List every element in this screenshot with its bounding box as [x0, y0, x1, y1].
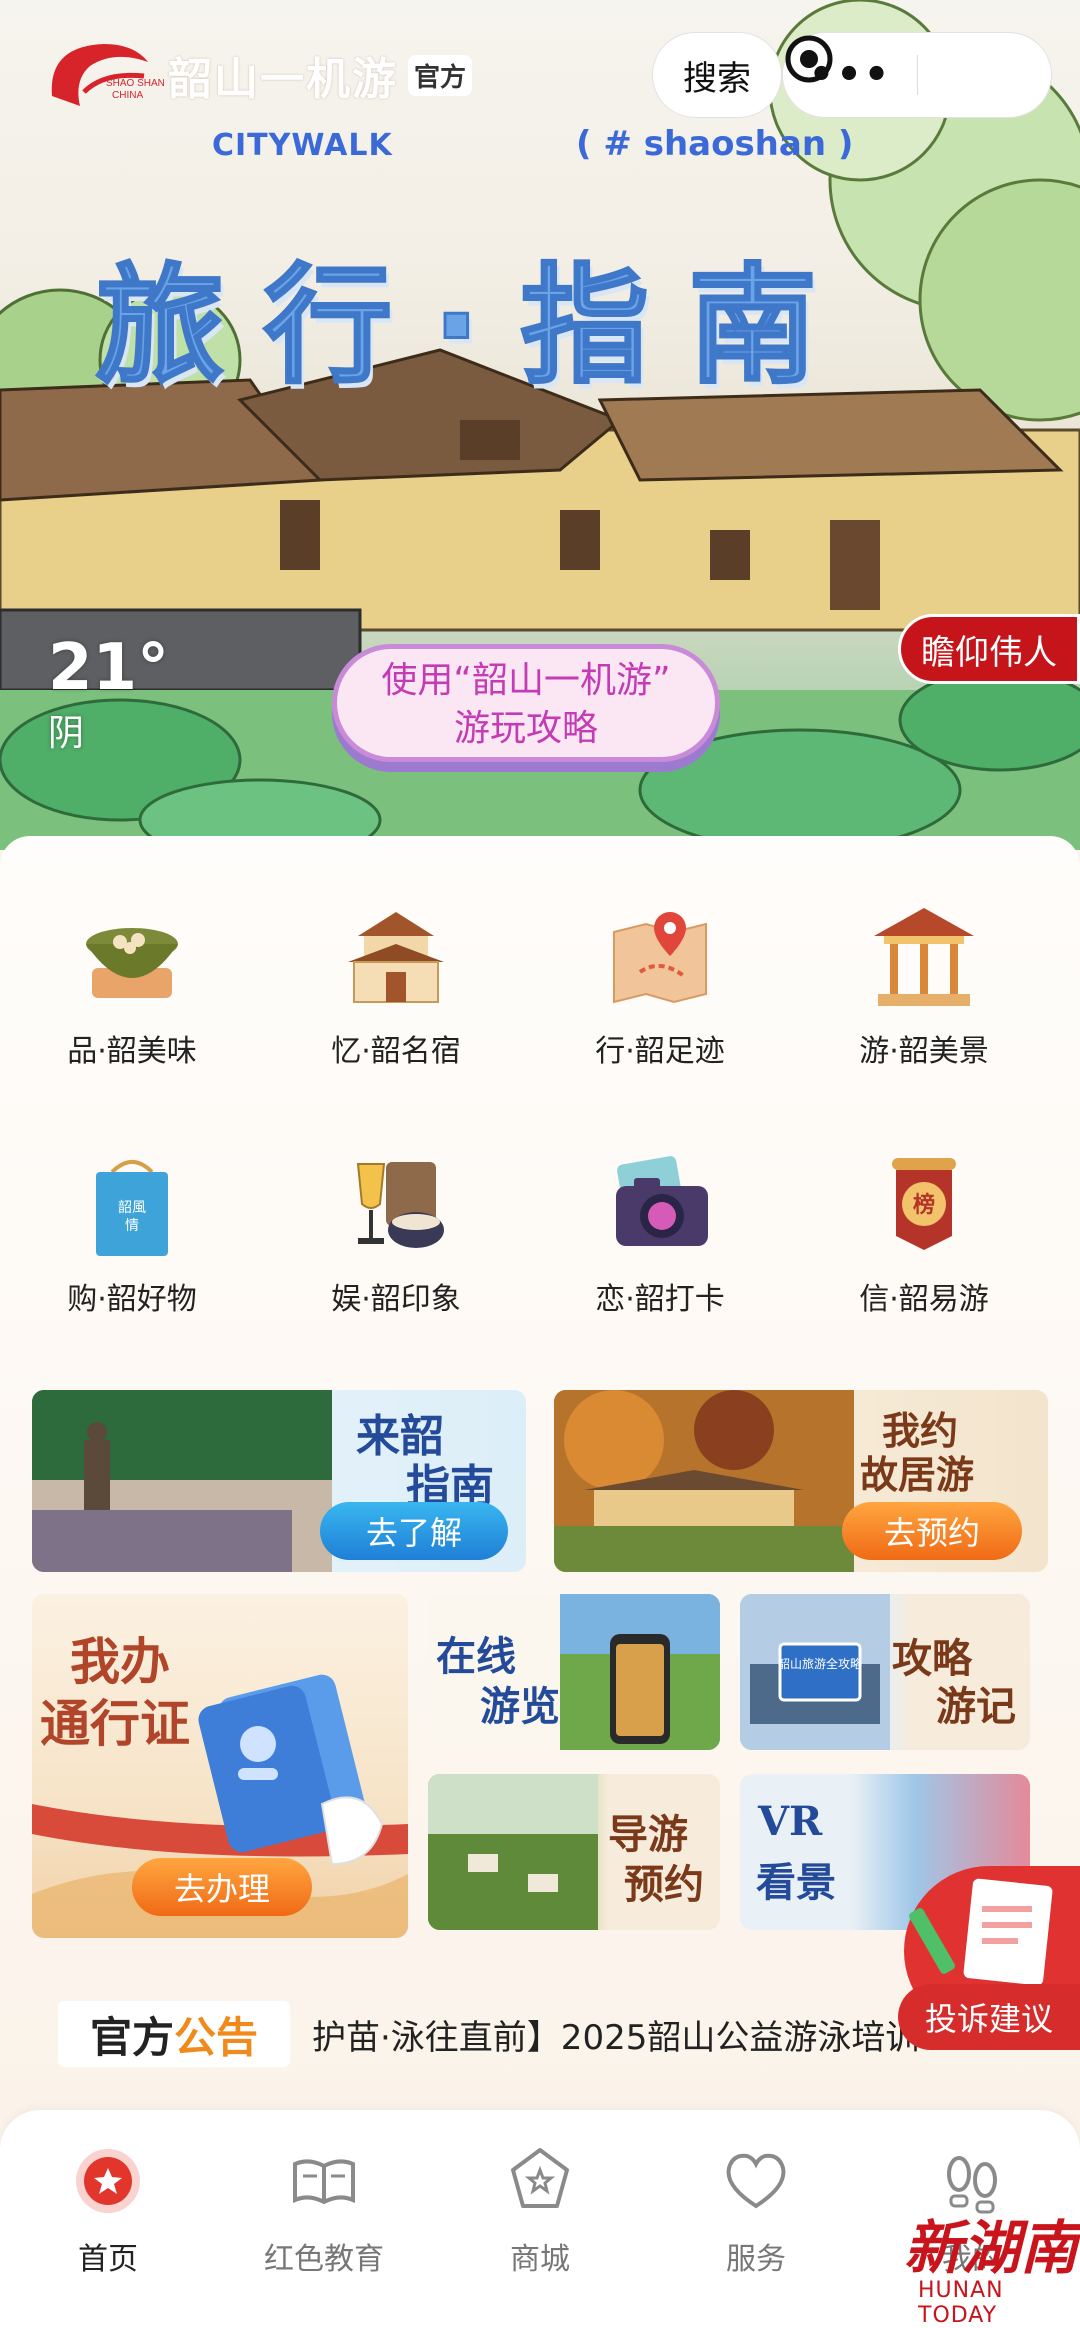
drinks-icon	[336, 1150, 456, 1260]
card-online-tour[interactable]: 在线 游览	[428, 1594, 720, 1750]
bag-text: 韶風	[118, 1200, 146, 1216]
watermark-cn: 新湖南	[904, 2214, 1079, 2282]
card-title-1: VR	[758, 1798, 823, 1845]
weather-condition: 阴	[48, 713, 85, 754]
weather-temperature: 21°	[48, 631, 170, 705]
tab-label: 商城	[510, 2242, 570, 2277]
tab-label: 红色教育	[264, 2242, 384, 2277]
tab-home[interactable]: 首页	[0, 2146, 216, 2278]
app-name: 韶山一机游	[168, 54, 398, 105]
target-icon	[785, 35, 833, 83]
service-checkin[interactable]: 恋·韶打卡	[550, 1150, 770, 1318]
svg-text:SHAO SHAN: SHAO SHAN	[106, 78, 164, 89]
promo-bubble[interactable]: 使用“韶山一机游” 游玩攻略	[332, 644, 720, 762]
home-star-icon	[73, 2146, 143, 2216]
card-guide-booking[interactable]: 导游 预约	[428, 1774, 720, 1930]
service-label: 品·韶美味	[67, 1034, 197, 1069]
tab-red-education[interactable]: 红色教育	[216, 2146, 432, 2278]
pavilion-icon	[864, 902, 984, 1012]
hero-title: 旅行·指南	[95, 251, 857, 403]
strategy-sign-text: 韶山旅游全攻略	[778, 1656, 862, 1671]
promo-line-2: 游玩攻略	[453, 708, 598, 749]
bag-text-2: 情	[125, 1218, 139, 1234]
residence-autumn-image	[554, 1390, 854, 1572]
service-easy-tour[interactable]: 榜 信·韶易游	[814, 1150, 1034, 1318]
service-label: 信·韶易游	[859, 1282, 989, 1317]
footprints-icon	[937, 2146, 1007, 2216]
service-footprints[interactable]: 行·韶足迹	[550, 902, 770, 1070]
notice-badge-part1: 官方	[89, 2012, 174, 2062]
promo-line-1: 使用“韶山一机游”	[381, 660, 671, 701]
bowl-icon	[72, 902, 192, 1012]
watermark-en: HUNAN TODAY	[918, 2278, 1004, 2328]
service-label: 恋·韶打卡	[595, 1282, 725, 1317]
service-label: 游·韶美景	[859, 1034, 989, 1069]
card-title-2: 游览	[480, 1683, 560, 1730]
tab-service[interactable]: 服务	[648, 2146, 864, 2278]
book-icon	[289, 2146, 359, 2216]
app-screen: SHAO SHAN CHINA 韶山一机游 官方 搜索 ••• CITYWALK…	[0, 0, 1080, 2328]
official-notice-badge: 官方 公告	[58, 2001, 290, 2067]
official-badge: 官方	[408, 54, 473, 96]
svg-text:CHINA: CHINA	[112, 90, 143, 101]
service-label: 娱·韶印象	[331, 1282, 461, 1317]
shopping-bag-icon: 韶風 情	[72, 1150, 192, 1260]
hero-banner[interactable]: SHAO SHAN CHINA 韶山一机游 官方 搜索 ••• CITYWALK…	[0, 0, 1080, 850]
heart-icon	[721, 2146, 791, 2216]
hashtag-label: ( # shaoshan )	[576, 124, 854, 164]
apply-button[interactable]: 去办理	[132, 1858, 312, 1916]
statue-plaza-image	[32, 1390, 332, 1572]
card-visit-guide[interactable]: 来韶 指南 去了解	[32, 1390, 526, 1572]
service-label: 购·韶好物	[67, 1282, 197, 1317]
camera-icon	[600, 1150, 720, 1260]
card-title-2: 游记	[936, 1683, 1016, 1730]
hunan-today-watermark: 新湖南 HUNAN TODAY	[900, 2218, 1080, 2328]
tab-mall[interactable]: 商城	[432, 2146, 648, 2278]
card-pass[interactable]: 我办 通行证 去办理	[32, 1594, 408, 1938]
tribute-button[interactable]: 瞻仰伟人	[898, 614, 1080, 684]
app-logo: SHAO SHAN CHINA 韶山一机游 官方	[44, 36, 473, 114]
miniprogram-capsule: •••	[782, 32, 1052, 118]
search-button[interactable]: 搜索	[652, 32, 782, 118]
tab-label: 服务	[726, 2242, 786, 2277]
notice-badge-part2: 公告	[174, 2012, 259, 2062]
service-shopping[interactable]: 韶風 情 购·韶好物	[22, 1150, 242, 1318]
ranking-banner-icon: 榜	[864, 1150, 984, 1260]
banner-sign-text: 榜	[913, 1192, 935, 1218]
strategy-sign-image: 韶山旅游全攻略	[740, 1594, 890, 1750]
service-food[interactable]: 品·韶美味	[22, 902, 242, 1070]
service-lodging[interactable]: 忆·韶名宿	[286, 902, 506, 1070]
shaoshan-logo-icon: SHAO SHAN CHINA	[44, 36, 164, 114]
online-tour-image	[560, 1594, 720, 1750]
service-entertainment[interactable]: 娱·韶印象	[286, 1150, 506, 1318]
card-title-2: 通行证	[40, 1694, 190, 1753]
citywalk-label: CITYWALK	[212, 128, 393, 163]
notice-ticker-text[interactable]: 护苗·泳往直前】2025韶山公益游泳培训	[312, 2010, 919, 2059]
card-strategy[interactable]: 韶山旅游全攻略 攻略 游记	[740, 1594, 1030, 1750]
book-button[interactable]: 去预约	[842, 1502, 1022, 1560]
service-label: 行·韶足迹	[595, 1034, 725, 1069]
feedback-button[interactable]: 投诉建议	[898, 1984, 1080, 2050]
service-scenery[interactable]: 游·韶美景	[814, 902, 1034, 1070]
card-title-2: 故居游	[860, 1452, 975, 1497]
village-fields-image	[428, 1774, 598, 1930]
house-icon	[336, 902, 456, 1012]
card-title-2: 预约	[624, 1861, 704, 1908]
tab-label: 首页	[78, 2242, 138, 2277]
capsule-divider	[917, 55, 918, 95]
map-pin-icon	[600, 902, 720, 1012]
learn-more-button[interactable]: 去了解	[320, 1502, 508, 1560]
card-title-2: 看景	[756, 1859, 836, 1906]
service-label: 忆·韶名宿	[331, 1034, 461, 1069]
weather-widget: 21° 阴	[48, 636, 169, 756]
shop-star-icon	[505, 2146, 575, 2216]
card-residence-tour[interactable]: 我约 故居游 去预约	[554, 1390, 1048, 1572]
